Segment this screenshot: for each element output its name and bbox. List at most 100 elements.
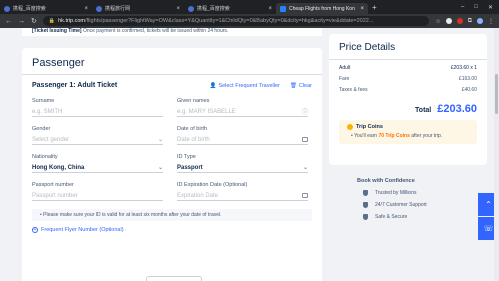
url-path: /flights/passenger?FlightWay=OW&class=Y&… bbox=[85, 18, 374, 24]
tab-label: 携程旅行网 bbox=[105, 6, 131, 12]
minimize-icon[interactable]: – bbox=[461, 4, 464, 11]
confidence-item: Safe & Secure bbox=[357, 214, 487, 220]
trip-coins-box: Trip Coins • You'll earn 70 Trip Coins a… bbox=[339, 120, 477, 144]
select-frequent-traveller-link[interactable]: 👤 Select Frequent Traveller bbox=[210, 83, 280, 89]
reload-icon[interactable]: ↻ bbox=[31, 17, 37, 25]
browser-tab[interactable]: 携程_百度搜索 × bbox=[0, 3, 92, 14]
browser-tab[interactable]: 携程旅行网 × bbox=[92, 3, 184, 14]
chevron-down-icon: ⌄ bbox=[302, 165, 308, 171]
expiry-input[interactable]: Expiration Date bbox=[177, 191, 308, 201]
chevron-down-icon: ⌄ bbox=[157, 165, 163, 171]
passport-input[interactable]: Passport number bbox=[32, 191, 163, 201]
menu-icon[interactable]: ⋮ bbox=[488, 18, 494, 25]
maximize-icon[interactable]: □ bbox=[474, 4, 478, 11]
price-row-taxes: Taxes & fees £40.60 bbox=[339, 87, 477, 93]
placeholder: Passport number bbox=[32, 192, 78, 199]
trip-coins-title: Trip Coins bbox=[347, 124, 469, 130]
id-type-field: ID Type Passport ⌄ bbox=[177, 154, 308, 173]
field-label: Passport number bbox=[32, 182, 74, 188]
expiry-field: ID Expiration Date (Optional) Expiration… bbox=[177, 182, 308, 201]
passenger-header: Passenger 1: Adult Ticket 👤 Select Freque… bbox=[32, 82, 312, 89]
close-tab-icon[interactable]: × bbox=[176, 6, 180, 12]
nationality-id-row: Nationality Hong Kong, China ⌄ ID Type Pa… bbox=[32, 154, 312, 173]
link-label: Frequent Flyer Number (Optional) bbox=[41, 227, 124, 233]
back-icon[interactable]: ← bbox=[5, 18, 12, 25]
person-icon: 👤 bbox=[209, 82, 217, 89]
notice-bold: [Ticket Issuing Time] bbox=[32, 28, 82, 34]
coins-pre: You'll earn bbox=[354, 133, 379, 139]
page-content: [Ticket Issuing Time] Once payment is co… bbox=[0, 28, 499, 281]
calendar-icon bbox=[302, 193, 308, 198]
url-field[interactable]: 🔒 hk.trip.com/flights/passenger?FlightWa… bbox=[42, 16, 430, 26]
extension-icon[interactable] bbox=[456, 17, 463, 24]
summary-column: Price Details Adult £203.60 x 1 Fare £163.… bbox=[329, 34, 487, 220]
address-bar: ← → ↻ 🔒 hk.trip.com/flights/passenger?Fl… bbox=[0, 14, 499, 28]
profile-avatar[interactable] bbox=[477, 17, 483, 24]
confidence-item: 24/7 Customer Support bbox=[357, 202, 487, 208]
passenger-subtitle: Passenger 1: Adult Ticket bbox=[32, 82, 118, 89]
browser-tab[interactable]: 携程_百度搜索 × bbox=[184, 3, 276, 14]
help-icon[interactable]: ⓘ bbox=[302, 107, 308, 116]
trip-favicon-icon bbox=[280, 5, 286, 12]
confidence-text: Safe & Secure bbox=[375, 214, 408, 220]
placeholder: Expiration Date bbox=[177, 192, 219, 199]
dob-input[interactable]: Date of birth bbox=[177, 135, 308, 145]
extension-icon[interactable] bbox=[445, 17, 452, 24]
field-label: Given names bbox=[177, 98, 210, 104]
page-scrollbar[interactable] bbox=[494, 28, 499, 281]
given-names-field: Given names e.g. MARY ISABELLE ⓘ bbox=[177, 98, 308, 117]
placeholder: e.g. SMITH bbox=[32, 108, 63, 115]
close-tab-icon[interactable]: × bbox=[84, 6, 88, 12]
field-label: Nationality bbox=[32, 154, 58, 160]
gender-dob-row: Gender Select gender ⌄ Date of birth Date… bbox=[32, 126, 312, 145]
price-value: £40.60 bbox=[461, 87, 477, 93]
forward-icon[interactable]: → bbox=[18, 18, 25, 25]
lock-icon: 🔒 bbox=[48, 18, 56, 24]
price-label: Fare bbox=[339, 76, 350, 82]
next-button[interactable] bbox=[146, 276, 202, 281]
nationality-select[interactable]: Hong Kong, China ⌄ bbox=[32, 163, 163, 173]
gender-field: Gender Select gender ⌄ bbox=[32, 126, 163, 145]
trip-coins-desc: • You'll earn 70 Trip Coins after your t… bbox=[351, 133, 443, 139]
gender-select[interactable]: Select gender ⌄ bbox=[32, 135, 163, 145]
price-details-card: Price Details Adult £203.60 x 1 Fare £163.… bbox=[329, 34, 487, 165]
calendar-icon bbox=[302, 137, 308, 142]
confidence-item: Trusted by Millions bbox=[357, 190, 487, 196]
scrollbar-thumb[interactable] bbox=[495, 74, 498, 114]
surname-input[interactable]: e.g. SMITH bbox=[32, 107, 163, 117]
price-value: £163.00 bbox=[458, 76, 477, 82]
frequent-flyer-link[interactable]: + Frequent Flyer Number (Optional) bbox=[32, 227, 312, 233]
field-label: ID Type bbox=[177, 154, 196, 160]
given-names-input[interactable]: e.g. MARY ISABELLE ⓘ bbox=[177, 107, 308, 117]
notice-text: Once payment is confirmed, tickets will … bbox=[81, 28, 229, 34]
coins-title-text: Trip Coins bbox=[356, 124, 383, 130]
puzzle-icon[interactable]: ⧉ bbox=[468, 18, 472, 25]
coins-post: after your trip. bbox=[409, 133, 443, 139]
total-value: £203.60 bbox=[437, 103, 477, 115]
price-row-fare: Fare £163.00 bbox=[339, 76, 477, 82]
price-label: Taxes & fees bbox=[339, 87, 368, 93]
new-tab-button[interactable]: + bbox=[372, 3, 377, 12]
shield-icon bbox=[363, 214, 368, 220]
passport-field: Passport number Passport number bbox=[32, 182, 163, 201]
close-tab-icon[interactable]: × bbox=[268, 6, 272, 12]
browser-tab-active[interactable]: Cheap Flights from Hong Kon × bbox=[276, 3, 368, 14]
passenger-card: Passenger Passenger 1: Adult Ticket 👤 Sel… bbox=[22, 48, 322, 281]
close-window-icon[interactable]: ✕ bbox=[488, 4, 493, 11]
id-type-select[interactable]: Passport ⌄ bbox=[177, 163, 308, 173]
bookmark-star-icon[interactable]: ☆ bbox=[435, 18, 440, 25]
price-label: Adult bbox=[339, 65, 351, 71]
book-with-confidence: Book with Confidence Trusted by Millions… bbox=[329, 178, 487, 220]
field-label: Gender bbox=[32, 126, 51, 132]
placeholder: Select gender bbox=[32, 136, 70, 143]
shield-icon bbox=[363, 202, 368, 208]
clear-link[interactable]: 🗑 Clear bbox=[290, 83, 312, 89]
close-tab-icon[interactable]: × bbox=[360, 6, 364, 12]
surname-field: Surname e.g. SMITH bbox=[32, 98, 163, 117]
coins-amount: 70 Trip Coins bbox=[378, 133, 410, 139]
chevron-down-icon: ⌄ bbox=[157, 137, 163, 143]
placeholder: Date of birth bbox=[177, 136, 210, 143]
confidence-text: Trusted by Millions bbox=[375, 190, 417, 196]
name-row: Surname e.g. SMITH Given names e.g. MARY… bbox=[32, 98, 312, 117]
confidence-title: Book with Confidence bbox=[357, 178, 415, 184]
